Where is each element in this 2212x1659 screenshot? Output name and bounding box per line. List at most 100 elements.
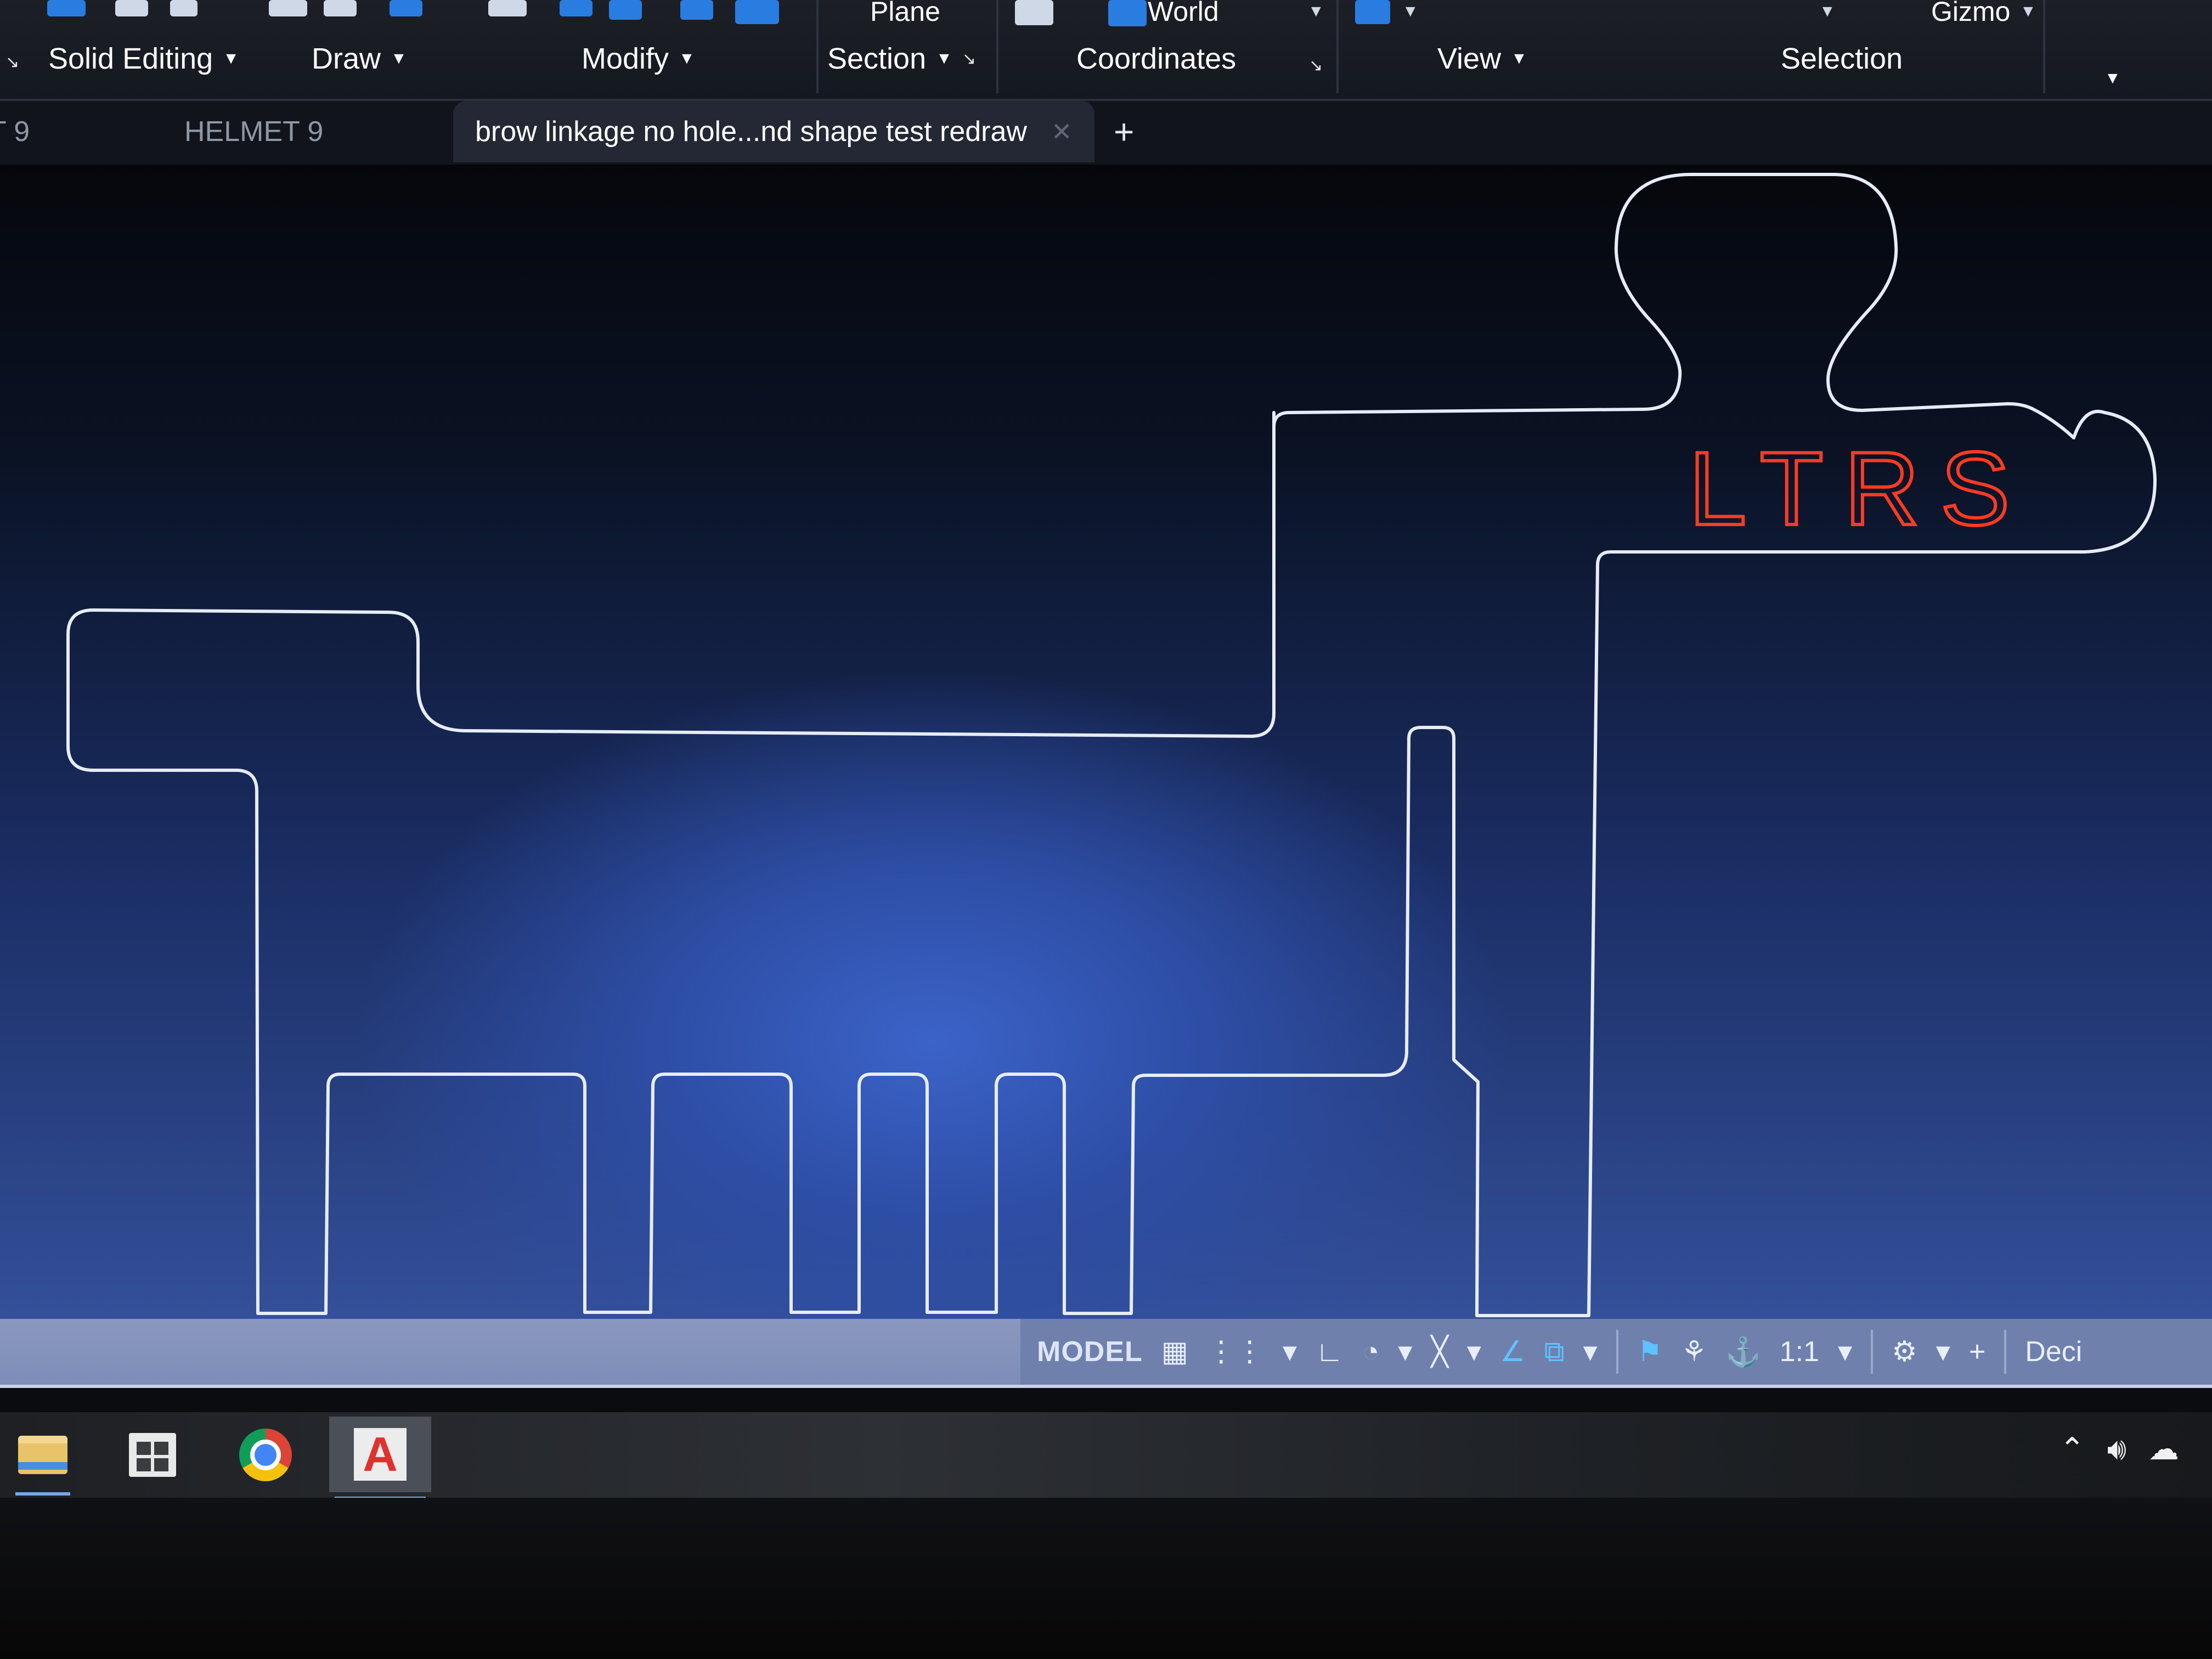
- gear-icon[interactable]: ⚙: [1892, 1335, 1917, 1368]
- chevron-down-icon[interactable]: ▾: [1283, 1335, 1297, 1368]
- autocad-icon[interactable]: A: [329, 1417, 431, 1498]
- chevron-down-icon: ▼: [679, 49, 695, 67]
- panel-launcher-icon[interactable]: ↘: [962, 49, 976, 69]
- chevron-down-icon[interactable]: ▼: [1402, 2, 1419, 21]
- ribbon-tool-icon[interactable]: [390, 0, 422, 16]
- laptop-bezel: [0, 1498, 2212, 1659]
- tab-active-drawing[interactable]: brow linkage no hole...nd shape test red…: [453, 101, 1094, 162]
- volume-icon[interactable]: 🔊︎: [2107, 1431, 2126, 1468]
- ribbon-tool-icon[interactable]: [47, 0, 86, 16]
- ribbon-tool-icon[interactable]: [560, 0, 592, 16]
- plus-icon: +: [1114, 112, 1135, 151]
- ribbon-tool-icon[interactable]: [680, 0, 713, 20]
- tab-helmet-9[interactable]: HELMET 9: [184, 101, 323, 162]
- panel-selection[interactable]: Selection: [1781, 42, 1903, 76]
- tab-label: HELMET 9: [184, 116, 324, 148]
- panel-label: Selection: [1781, 42, 1903, 75]
- part-outline[interactable]: [66, 173, 2157, 1317]
- tab-partial[interactable]: T 9: [0, 101, 30, 162]
- chevron-up-icon[interactable]: ⌃: [2059, 1431, 2085, 1468]
- panel-draw[interactable]: Draw ▼: [312, 42, 407, 76]
- store-bag: [129, 1433, 176, 1477]
- units-label[interactable]: Deci: [2025, 1335, 2082, 1368]
- chevron-down-icon[interactable]: ▼: [1819, 2, 1836, 21]
- polar-icon[interactable]: ◔: [1362, 1335, 1379, 1368]
- ortho-icon[interactable]: ∟: [1316, 1335, 1344, 1368]
- status-separator: [1616, 1330, 1618, 1374]
- panel-label: View: [1437, 42, 1502, 75]
- chevron-down-icon[interactable]: ▾: [1467, 1335, 1481, 1368]
- object-snap-icon[interactable]: ⧉: [1544, 1335, 1565, 1369]
- chevron-down-icon: ▼: [1511, 49, 1527, 67]
- plus-icon[interactable]: +: [1969, 1335, 1985, 1368]
- new-tab-button[interactable]: +: [1114, 101, 1134, 162]
- ribbon-tool-icon[interactable]: [488, 0, 527, 16]
- annotation-visibility-icon[interactable]: ⚑: [1637, 1335, 1663, 1368]
- panel-label: Coordinates: [1076, 42, 1237, 75]
- status-separator: [1871, 1330, 1874, 1374]
- annotation-scale-value[interactable]: 1:1: [1780, 1335, 1819, 1368]
- autocad-tile: A: [354, 1428, 407, 1481]
- close-icon[interactable]: ✕: [1051, 117, 1073, 146]
- panel-label: Draw: [312, 42, 381, 75]
- panel-section[interactable]: Section ▼ ↘: [827, 42, 976, 76]
- windows-taskbar: A ⌃ 🔊︎ ☁: [0, 1412, 2212, 1498]
- ucs-plane-label[interactable]: Plane: [870, 0, 940, 27]
- store-tile: [154, 1458, 168, 1471]
- chevron-down-icon[interactable]: ▾: [1583, 1335, 1598, 1368]
- store-tile: [137, 1442, 151, 1455]
- tab-label: T 9: [0, 116, 30, 148]
- world-ucs-icon[interactable]: [1108, 0, 1147, 26]
- chevron-down-icon[interactable]: ▼: [1308, 2, 1324, 21]
- tab-label: brow linkage no hole...nd shape test red…: [475, 116, 1027, 148]
- annotation-scale-icon[interactable]: ⚓: [1725, 1335, 1761, 1369]
- chevron-down-icon[interactable]: ▾: [1838, 1335, 1852, 1368]
- file-explorer-icon[interactable]: [10, 1422, 76, 1496]
- ribbon-tool-icon[interactable]: [735, 0, 779, 24]
- chrome-center: [250, 1440, 281, 1470]
- ucs-icon[interactable]: [1015, 0, 1053, 25]
- panel-separator: [2043, 0, 2045, 93]
- drawing-label[interactable]: LTRS: [1687, 429, 2031, 549]
- model-space-button[interactable]: MODEL: [1037, 1335, 1143, 1368]
- snap-icon[interactable]: ⋮⋮: [1207, 1335, 1264, 1368]
- chevron-down-icon: ▼: [391, 49, 407, 67]
- chevron-down-icon[interactable]: ▾: [1936, 1335, 1950, 1368]
- object-snap-tracking-icon[interactable]: ∠: [1500, 1335, 1526, 1368]
- ribbon-tool-icon[interactable]: [609, 0, 642, 20]
- status-separator: [2004, 1330, 2007, 1374]
- chevron-down-icon: ▼: [223, 49, 239, 67]
- drawing-svg: LTRS: [66, 173, 2157, 1317]
- auto-scale-icon[interactable]: ⚘: [1681, 1335, 1707, 1368]
- status-tools: MODEL ▦ ⋮⋮ ▾ ∟ ◔ ▾ ╳ ▾ ∠ ⧉ ▾ ⚑ ⚘ ⚓ 1:1 ▾…: [1020, 1319, 2212, 1385]
- ribbon-tool-icon[interactable]: [115, 0, 148, 16]
- chevron-down-icon[interactable]: ▼: [2020, 2, 2036, 21]
- store-tile: [137, 1458, 151, 1471]
- ribbon-tool-icon[interactable]: [269, 0, 307, 16]
- panel-solid-editing[interactable]: Solid Editing ▼: [48, 42, 239, 76]
- panel-coordinates[interactable]: Coordinates: [1076, 42, 1236, 76]
- chrome-icon[interactable]: [233, 1422, 298, 1488]
- panel-launcher-icon[interactable]: ↘: [1309, 56, 1323, 75]
- panel-separator: [816, 0, 819, 93]
- chrome-ring: [239, 1429, 292, 1481]
- file-tabs: T 9 HELMET 9 brow linkage no hole...nd s…: [0, 101, 2212, 165]
- gizmo-dropdown[interactable]: Gizmo: [1931, 0, 2010, 27]
- grid-icon[interactable]: ▦: [1161, 1335, 1188, 1368]
- ribbon-tool-icon[interactable]: [170, 0, 198, 16]
- world-dropdown[interactable]: World: [1148, 0, 1219, 27]
- cloud-icon[interactable]: ☁: [2148, 1431, 2179, 1468]
- chevron-down-icon[interactable]: ▾: [1398, 1335, 1412, 1368]
- status-bar: MODEL ▦ ⋮⋮ ▾ ∟ ◔ ▾ ╳ ▾ ∠ ⧉ ▾ ⚑ ⚘ ⚓ 1:1 ▾…: [0, 1319, 2212, 1388]
- drawing-canvas[interactable]: LTRS: [0, 165, 2212, 1319]
- view-tool-icon[interactable]: [1355, 0, 1390, 24]
- ribbon-tool-icon[interactable]: [324, 0, 357, 16]
- panel-separator: [1336, 0, 1339, 93]
- isodraft-icon[interactable]: ╳: [1431, 1335, 1448, 1368]
- ribbon: Plane World ▼ ▼ ▼ Gizmo ▼ ↘ Solid Editin…: [0, 0, 2212, 101]
- store-icon[interactable]: [120, 1422, 185, 1488]
- panel-view[interactable]: View ▼: [1437, 42, 1527, 76]
- panel-modify[interactable]: Modify ▼: [582, 42, 695, 76]
- ribbon-minimize-icon[interactable]: ▼: [2104, 69, 2121, 88]
- panel-launcher-icon[interactable]: ↘: [5, 53, 19, 72]
